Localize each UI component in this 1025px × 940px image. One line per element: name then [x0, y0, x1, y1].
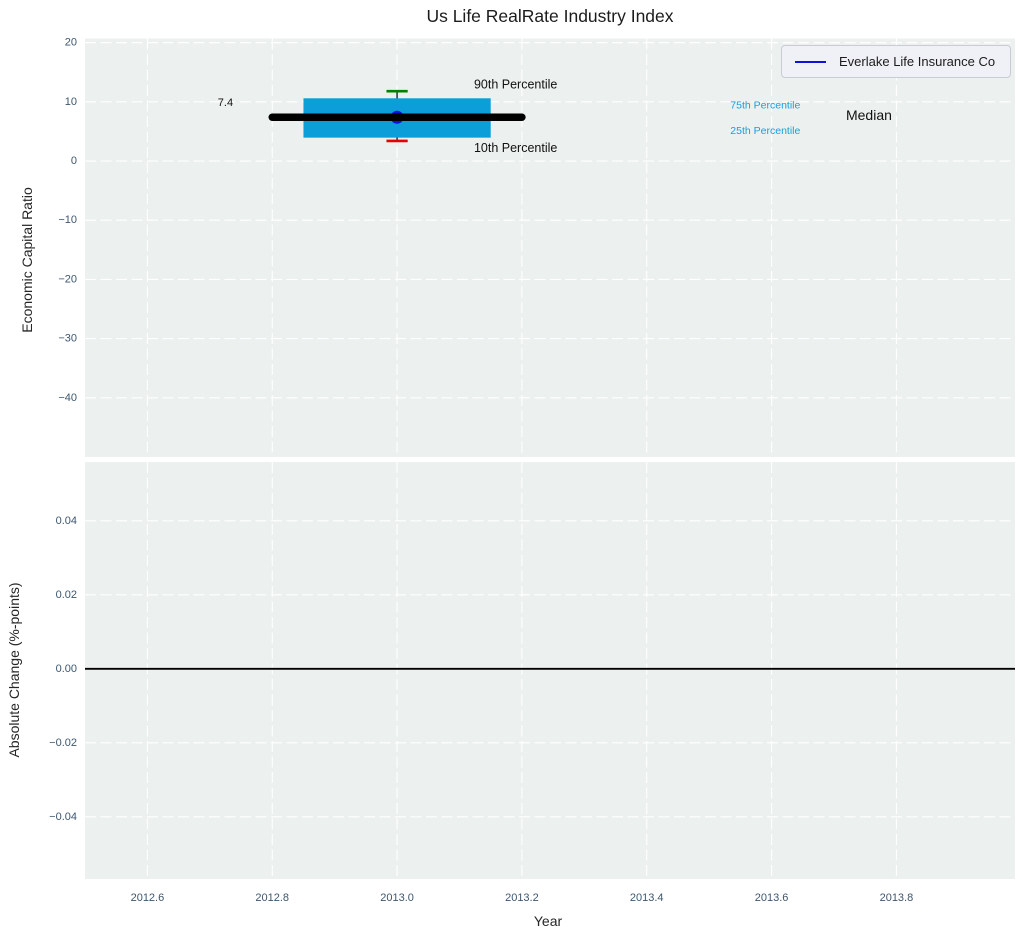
plot-canvas: 20 10 0 −10 −20 −30 −40 0.04 0.02 0.00 −0.02 −0.04 2… [0, 0, 1025, 940]
annotation-75th-percentile: 75th Percentile [730, 99, 800, 111]
annotation-90th-percentile: 90th Percentile [474, 78, 557, 92]
legend-line-sample [795, 61, 826, 63]
annotation-10th-percentile: 10th Percentile [474, 141, 557, 155]
y-tick-label: −0.02 [49, 737, 77, 749]
x-tick-label: 2012.6 [131, 892, 165, 904]
y-tick-label: 0.02 [56, 589, 77, 601]
y-tick-label: −30 [58, 333, 77, 345]
x-tick-label: 2013.8 [880, 892, 914, 904]
x-axis-label: Year [534, 913, 562, 929]
legend-label: Everlake Life Insurance Co [839, 54, 995, 69]
y-tick-label: −40 [58, 392, 77, 404]
y-tick-label: 20 [65, 37, 77, 49]
y-tick-label: 0.00 [56, 663, 77, 675]
y-tick-label: 0.04 [56, 515, 77, 527]
annotation-7-4: 7.4 [218, 97, 233, 109]
y-axis-label-bottom: Absolute Change (%-points) [6, 582, 22, 757]
x-tick-label: 2013.6 [755, 892, 789, 904]
y-tick-label: −10 [58, 214, 77, 226]
x-tick-label: 2013.4 [630, 892, 664, 904]
y-tick-label: −0.04 [49, 811, 77, 823]
legend: Everlake Life Insurance Co [781, 45, 1011, 78]
x-tick-label: 2013.0 [380, 892, 414, 904]
y-tick-label: 10 [65, 96, 77, 108]
chart-title: Us Life RealRate Industry Index [85, 6, 1015, 27]
x-tick-label: 2013.2 [505, 892, 539, 904]
y-tick-label: −20 [58, 273, 77, 285]
annotation-25th-percentile: 25th Percentile [730, 125, 800, 137]
y-tick-label: 0 [71, 155, 77, 167]
x-tick-label: 2012.8 [255, 892, 289, 904]
annotation-median: Median [846, 107, 892, 123]
y-axis-label-top: Economic Capital Ratio [19, 187, 35, 333]
figure: 20 10 0 −10 −20 −30 −40 0.04 0.02 0.00 −0.02 −0.04 2… [0, 0, 1025, 940]
